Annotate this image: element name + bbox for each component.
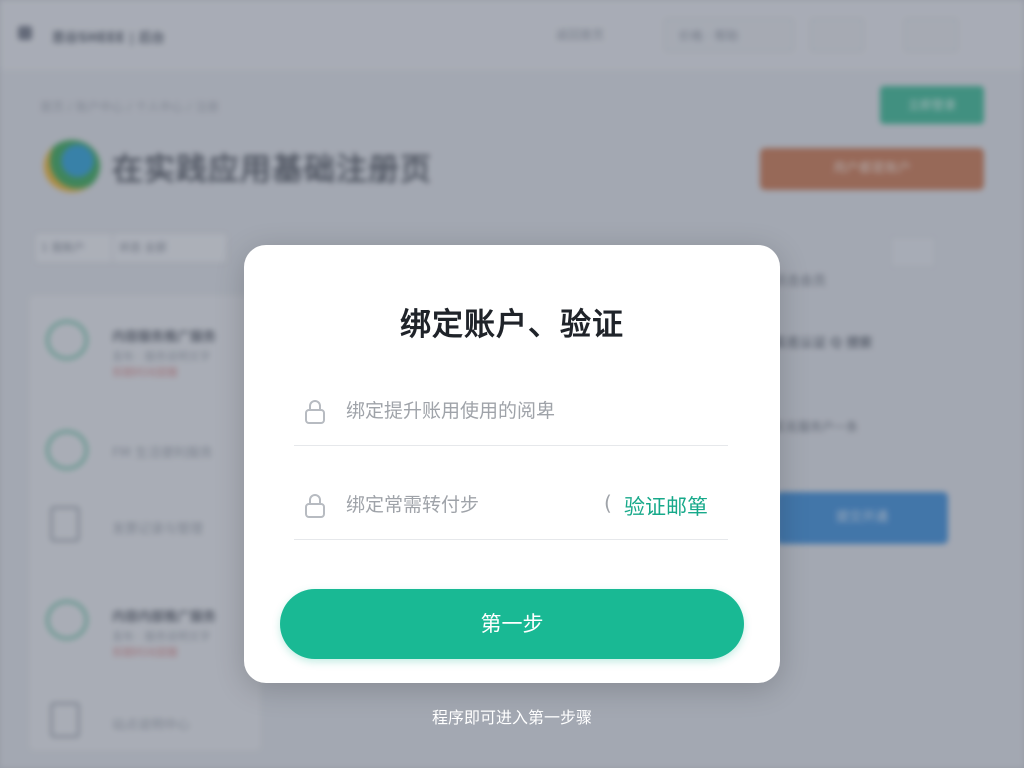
verify-code-input[interactable] xyxy=(344,489,598,521)
hint-text: 程序即可进入第一步骤 xyxy=(431,708,592,727)
bind-account-dialog: 绑定账户、验证 ( 验证邮箪 第一步 xyxy=(244,245,780,683)
verify-code-field: ( 验证邮箪 xyxy=(294,469,728,540)
account-input[interactable] xyxy=(344,395,598,427)
link-separator: ( xyxy=(604,491,612,515)
lock-icon xyxy=(305,400,325,424)
verify-email-link[interactable]: 验证邮箪 xyxy=(624,491,708,521)
next-step-button[interactable]: 第一步 xyxy=(280,589,744,659)
dialog-title: 绑定账户、验证 xyxy=(400,307,624,343)
lock-icon xyxy=(305,494,325,518)
account-field xyxy=(294,375,728,446)
